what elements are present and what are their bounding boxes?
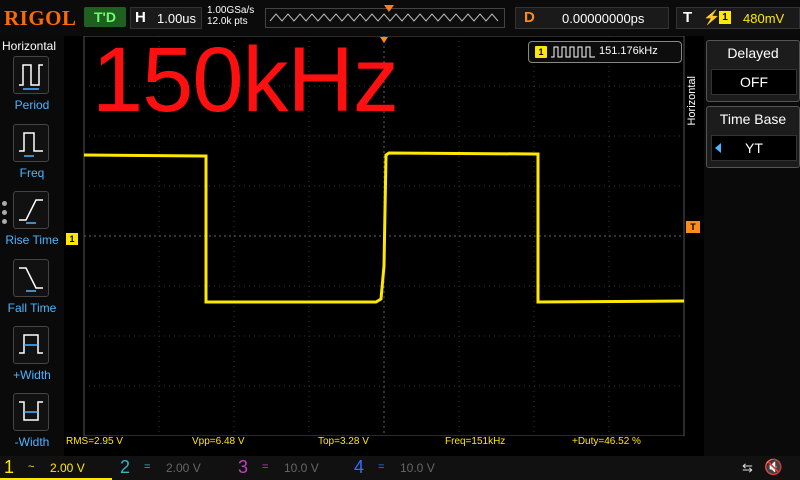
menu-item-freq[interactable]: Freq [0, 124, 64, 190]
menu-item-negative-width[interactable]: -Width [0, 393, 64, 459]
horizontal-scale-box[interactable]: H 1.00us [130, 7, 202, 29]
memory-depth: 12.0k pts [207, 16, 248, 27]
ch1-offset-marker[interactable]: 1 [66, 233, 78, 245]
frequency-overlay-text: 150kHz [92, 29, 399, 131]
channel-scale: 2.00 V [166, 461, 201, 475]
run-state-indicator[interactable]: T'D [84, 7, 126, 27]
brand-logo: RIGOL [4, 6, 77, 30]
channel-status-bar: 1 ~ 2.00 V 2 = 2.00 V 3 = 10.0 V 4 = 10.… [0, 456, 800, 480]
menu-item-fall-time[interactable]: Fall Time [0, 259, 64, 325]
negative-width-icon [13, 393, 49, 431]
measure-menu-title: Horizontal [2, 39, 57, 53]
horizontal-menu: Horizontal Delayed OFF Time Base YT [686, 36, 800, 456]
channel-1-tab[interactable]: 1 ~ 2.00 V [0, 457, 112, 480]
channel-number: 1 [4, 457, 15, 477]
period-icon [13, 56, 49, 94]
delayed-softkey[interactable]: Delayed OFF [706, 40, 800, 102]
channel-number: 3 [238, 457, 249, 477]
counter-value: 151.176kHz [599, 45, 658, 57]
menu-item-rise-time[interactable]: Rise Time [0, 191, 64, 257]
channel-number: 4 [354, 457, 365, 477]
delay-box[interactable]: D 0.00000000ps [515, 7, 669, 29]
menu-item-label: Freq [19, 166, 45, 180]
channel-scale: 2.00 V [50, 461, 85, 475]
coupling-icon: = [378, 461, 385, 473]
trigger-level-marker[interactable]: T [686, 221, 700, 233]
menu-item-label: +Width [13, 368, 51, 382]
time-base-label: Time Base [719, 111, 787, 127]
channel-2-tab[interactable]: 2 = 2.00 V [116, 457, 228, 478]
channel-scale: 10.0 V [284, 461, 319, 475]
counter-channel-badge: 1 [535, 46, 547, 58]
channel-scale: 10.0 V [400, 461, 435, 475]
horizontal-key: H [135, 9, 146, 26]
menu-item-label: Fall Time [7, 301, 57, 315]
measurement-top: Top=3.28 V [318, 436, 369, 447]
measurement-rms: RMS=2.95 V [66, 436, 123, 447]
trigger-key: T [683, 9, 693, 26]
rise-time-icon [13, 191, 49, 229]
menu-item-positive-width[interactable]: +Width [0, 326, 64, 392]
memory-trigger-marker [384, 5, 394, 12]
channel-number: 2 [120, 457, 131, 477]
menu-item-period[interactable]: Period [0, 56, 64, 122]
measure-menu: Horizontal Period Freq Rise Time Fall Ti… [0, 36, 64, 456]
coupling-icon: ~ [28, 461, 35, 473]
time-base-softkey[interactable]: Time Base YT [706, 106, 800, 168]
measurement-duty: +Duty=46.52 % [572, 436, 641, 447]
delay-value: 0.00000000ps [562, 11, 645, 26]
frequency-counter: 1 151.176kHz [528, 41, 682, 63]
delayed-label: Delayed [727, 45, 779, 61]
channel-3-tab[interactable]: 3 = 10.0 V [234, 457, 346, 478]
positive-width-icon [13, 326, 49, 364]
fall-time-icon [13, 259, 49, 297]
frequency-icon [13, 124, 49, 162]
trigger-level: 480mV [743, 11, 785, 26]
channel-4-tab[interactable]: 4 = 10.0 V [350, 457, 462, 478]
delay-key: D [524, 9, 535, 26]
speaker-muted-icon[interactable]: 🔇 [764, 458, 783, 476]
menu-item-label: -Width [14, 435, 50, 449]
horizontal-scale-value: 1.00us [157, 11, 197, 26]
menu-item-label: Period [14, 98, 50, 112]
memory-position-bar [265, 5, 505, 28]
delayed-value: OFF [711, 69, 797, 95]
menu-item-label: Rise Time [5, 233, 59, 247]
horizontal-menu-title: Horizontal [686, 76, 698, 126]
trigger-source-badge: 1 [719, 11, 731, 24]
selector-arrow-icon [715, 143, 721, 153]
rising-edge-icon: ⚡ [703, 9, 721, 25]
usb-icon: ⇆ [742, 460, 753, 475]
trigger-box[interactable]: T ⚡ 1 480mV [676, 7, 800, 29]
time-base-value: YT [711, 135, 797, 161]
sample-rate-readout: 1.00GSa/s 12.0k pts [207, 5, 254, 27]
coupling-icon: = [144, 461, 151, 473]
pulse-train-icon [551, 46, 595, 58]
sample-rate: 1.00GSa/s [207, 5, 255, 16]
coupling-icon: = [262, 461, 269, 473]
measurement-freq: Freq=151kHz [445, 436, 506, 447]
measurement-vpp: Vpp=6.48 V [192, 436, 245, 447]
